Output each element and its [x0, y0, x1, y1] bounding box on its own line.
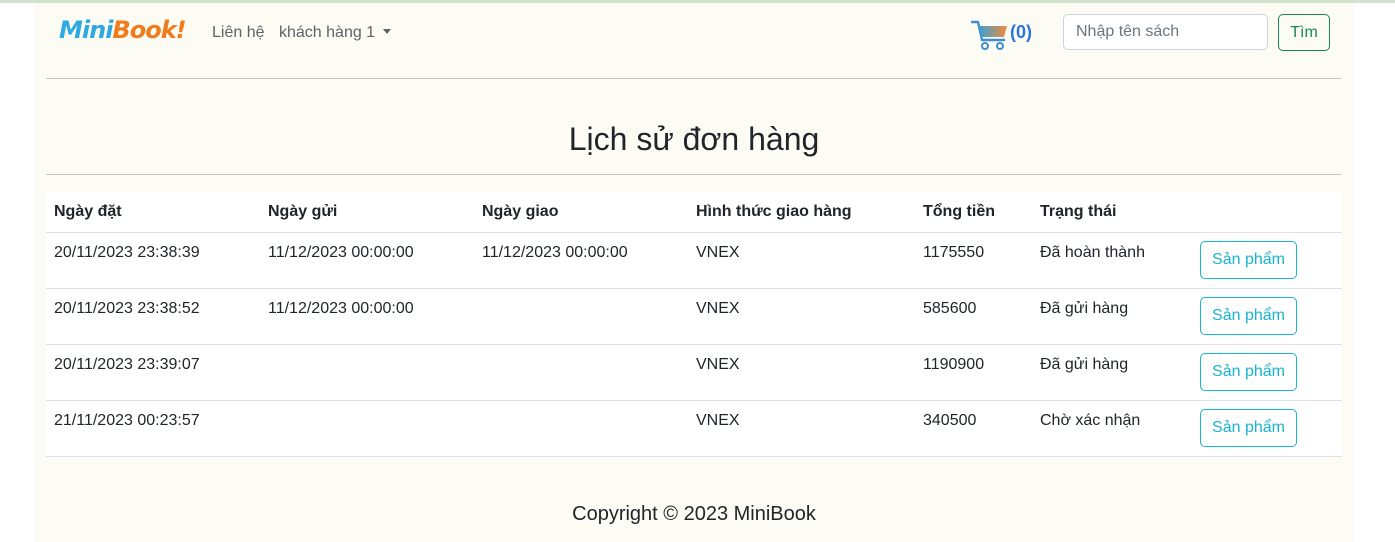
shopping-cart-icon — [970, 20, 1007, 50]
order-date-cell: 20/11/2023 23:38:52 — [46, 288, 260, 345]
table-row: 20/11/2023 23:38:39 11/12/2023 00:00:00 … — [46, 232, 1342, 289]
status-cell: Đã gửi hàng — [1032, 344, 1192, 401]
sent-date-cell: 11/12/2023 00:00:00 — [260, 232, 474, 289]
order-date-cell: 20/11/2023 23:39:07 — [46, 344, 260, 401]
view-products-button[interactable]: Sản phẩm — [1200, 409, 1297, 447]
total-cell: 585600 — [915, 288, 1032, 345]
column-header-order-date: Ngày đặt — [46, 192, 260, 233]
status-cell: Chờ xác nhận — [1032, 400, 1192, 457]
cart-link[interactable]: (0) — [970, 18, 1040, 52]
view-products-button[interactable]: Sản phẩm — [1200, 353, 1297, 391]
divider — [46, 174, 1342, 175]
order-history-table: Ngày đặt Ngày gửi Ngày giao Hình thức gi… — [46, 192, 1342, 457]
action-cell: Sản phẩm — [1192, 232, 1342, 289]
page-container: MiniBook! Liên hệ khách hàng 1 (0) Tìm — [34, 3, 1354, 542]
table-row: 21/11/2023 00:23:57 VNEX 340500 Chờ xác … — [46, 400, 1342, 457]
nav-contact-link[interactable]: Liên hệ — [212, 24, 265, 42]
view-products-button[interactable]: Sản phẩm — [1200, 297, 1297, 335]
total-cell: 1190900 — [915, 344, 1032, 401]
sent-date-cell — [260, 400, 474, 457]
status-cell: Đã gửi hàng — [1032, 288, 1192, 345]
delivered-date-cell — [474, 288, 688, 345]
total-cell: 340500 — [915, 400, 1032, 457]
search-input[interactable] — [1063, 14, 1268, 50]
action-cell: Sản phẩm — [1192, 288, 1342, 345]
column-header-shipping: Hình thức giao hàng — [688, 192, 915, 233]
footer-copyright: Copyright © 2023 MiniBook — [572, 503, 816, 525]
shipping-cell: VNEX — [688, 400, 915, 457]
divider — [46, 78, 1342, 79]
column-header-total: Tổng tiền — [915, 192, 1032, 233]
navbar: MiniBook! Liên hệ khách hàng 1 (0) Tìm — [34, 3, 1354, 65]
column-header-status: Trạng thái — [1032, 192, 1192, 233]
delivered-date-cell — [474, 400, 688, 457]
shipping-cell: VNEX — [688, 288, 915, 345]
caret-down-icon — [383, 29, 392, 34]
brand-logo[interactable]: MiniBook! — [59, 16, 187, 44]
total-cell: 1175550 — [915, 232, 1032, 289]
user-dropdown[interactable]: khách hàng 1 — [279, 24, 392, 42]
shipping-cell: VNEX — [688, 232, 915, 289]
page-title: Lịch sử đơn hàng — [568, 121, 820, 157]
shipping-cell: VNEX — [688, 344, 915, 401]
delivered-date-cell: 11/12/2023 00:00:00 — [474, 232, 688, 289]
action-cell: Sản phẩm — [1192, 344, 1342, 401]
delivered-date-cell — [474, 344, 688, 401]
search-button[interactable]: Tìm — [1278, 14, 1330, 51]
sent-date-cell — [260, 344, 474, 401]
order-date-cell: 21/11/2023 00:23:57 — [46, 400, 260, 457]
sent-date-cell: 11/12/2023 00:00:00 — [260, 288, 474, 345]
table-row: 20/11/2023 23:38:52 11/12/2023 00:00:00 … — [46, 288, 1342, 345]
table-header-row: Ngày đặt Ngày gửi Ngày giao Hình thức gi… — [46, 192, 1342, 233]
order-date-cell: 20/11/2023 23:38:39 — [46, 232, 260, 289]
column-header-delivered-date: Ngày giao — [474, 192, 688, 233]
column-header-sent-date: Ngày gửi — [260, 192, 474, 233]
view-products-button[interactable]: Sản phẩm — [1200, 241, 1297, 279]
status-cell: Đã hoàn thành — [1032, 232, 1192, 289]
table-row: 20/11/2023 23:39:07 VNEX 1190900 Đã gửi … — [46, 344, 1342, 401]
brand-logo-part1: Mini — [59, 16, 113, 44]
brand-logo-part2: Book! — [112, 16, 186, 44]
column-header-action — [1192, 192, 1342, 233]
cart-count: (0) — [1010, 22, 1032, 42]
action-cell: Sản phẩm — [1192, 400, 1342, 457]
user-dropdown-label: khách hàng 1 — [279, 24, 376, 41]
